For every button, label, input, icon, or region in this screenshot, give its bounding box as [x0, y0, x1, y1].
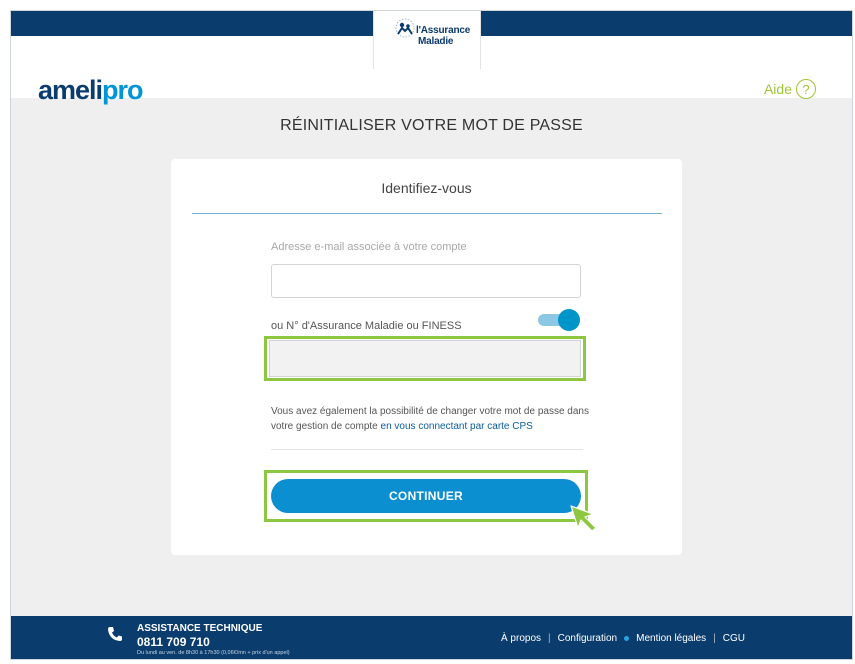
- brand-ameli: ameli: [38, 75, 103, 105]
- identification-card: Identifiez-vous Adresse e-mail associée …: [171, 159, 682, 555]
- status-dot: [624, 636, 630, 641]
- assistance-title: ASSISTANCE TECHNIQUE: [137, 623, 263, 634]
- assurance-text: l'Assurance: [416, 25, 471, 36]
- card-title: Identifiez-vous: [381, 180, 472, 196]
- footer: ASSISTANCE TECHNIQUE 0811 709 710 Du lun…: [11, 616, 852, 659]
- assistance-phone: 0811 709 710: [137, 635, 210, 649]
- cps-login-link[interactable]: en vous connectant par carte CPS: [381, 421, 533, 432]
- toggle-knob: [558, 309, 580, 331]
- question-icon: ?: [796, 79, 816, 99]
- continue-button[interactable]: CONTINUER: [271, 479, 581, 513]
- cursor-arrow-icon: [570, 505, 597, 532]
- info-divider: [271, 449, 583, 450]
- insurance-number-label: ou N° d'Assurance Maladie ou FINESS: [271, 320, 462, 332]
- help-label: Aide: [763, 81, 792, 97]
- separator: |: [548, 633, 551, 644]
- maladie-text: Maladie: [418, 36, 454, 47]
- help-link[interactable]: Aide ?: [764, 79, 816, 99]
- configuration-link[interactable]: Configuration: [558, 633, 617, 644]
- brand-pro: pro: [102, 75, 143, 105]
- footer-links: À propos | Configuration Mention légales…: [501, 633, 745, 644]
- email-label: Adresse e-mail associée à votre compte: [271, 241, 467, 253]
- amelipro-logo[interactable]: amelipro: [38, 75, 144, 106]
- phone-icon: [108, 627, 122, 641]
- assurance-maladie-logo: l'Assurance Maladie: [373, 11, 481, 69]
- page-title: RÉINITIALISER VOTRE MOT DE PASSE: [280, 117, 583, 134]
- separator: |: [713, 633, 716, 644]
- card-divider: [192, 213, 662, 214]
- legal-link[interactable]: Mention légales: [636, 633, 706, 644]
- insurance-number-field[interactable]: [269, 340, 581, 377]
- email-field[interactable]: [271, 264, 581, 298]
- cgu-link[interactable]: CGU: [723, 633, 745, 644]
- browser-frame: amelipro Aide ? l'Assurance Maladie RÉIN…: [10, 10, 853, 660]
- identifier-toggle[interactable]: [538, 309, 580, 331]
- assurance-maladie-emblem-icon: [395, 18, 415, 38]
- assistance-hours: Du lundi au ven. de 8h30 à 17h30 (0,06€/…: [137, 650, 290, 656]
- cps-info-text: Vous avez également la possibilité de ch…: [271, 404, 591, 434]
- about-link[interactable]: À propos: [501, 633, 541, 644]
